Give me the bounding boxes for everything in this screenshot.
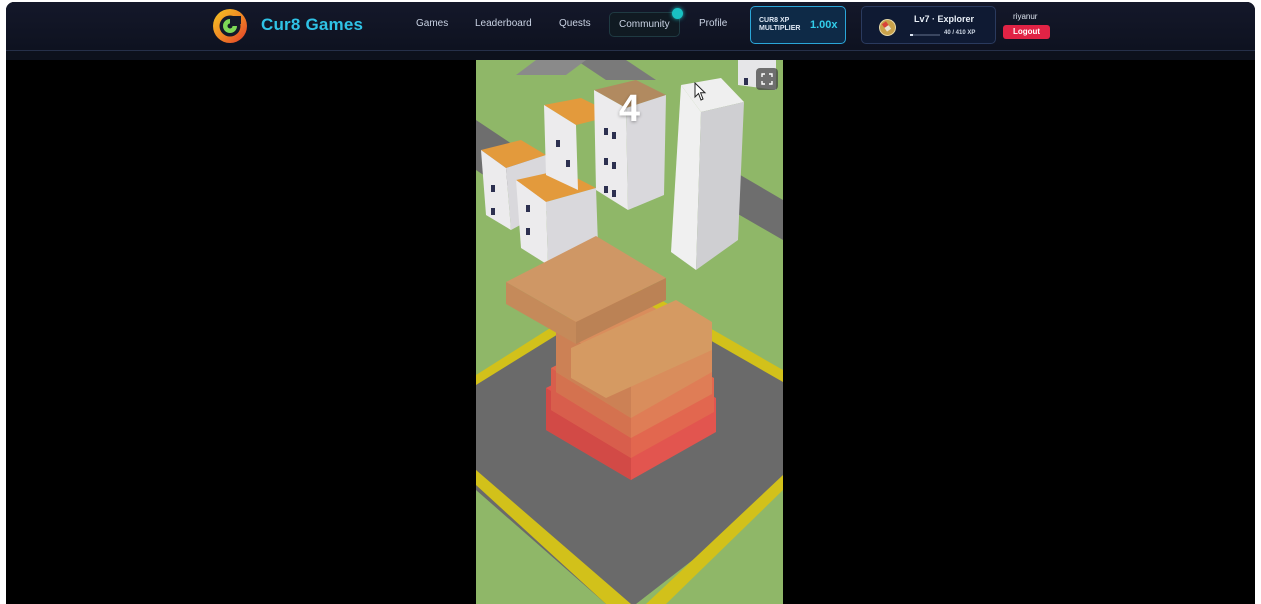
nav-community[interactable]: Community [609, 12, 680, 37]
tower-stack-scene [476, 60, 783, 604]
xp-multiplier-label: CUR8 XP MULTIPLIER [759, 17, 800, 33]
community-notification-dot [672, 8, 683, 19]
navbar-shadow [6, 51, 1255, 60]
xp-multiplier-label-line2: MULTIPLIER [759, 25, 801, 32]
nav-games[interactable]: Games [416, 18, 448, 29]
xp-multiplier-value: 1.00x [810, 19, 838, 31]
nav-leaderboard[interactable]: Leaderboard [475, 18, 532, 29]
browser-viewport: Cur8 Games Games Leaderboard Quests Comm… [6, 2, 1255, 604]
top-navbar: Cur8 Games Games Leaderboard Quests Comm… [6, 2, 1255, 51]
nav-quests[interactable]: Quests [559, 18, 591, 29]
mouse-cursor-icon [694, 82, 707, 101]
xp-multiplier-badge: CUR8 XP MULTIPLIER 1.00x [750, 6, 846, 44]
nav-profile[interactable]: Profile [699, 18, 727, 29]
xp-multiplier-label-line1: CUR8 XP [759, 17, 790, 24]
compass-icon [879, 19, 896, 36]
username: riyanur [1013, 12, 1038, 21]
game-canvas[interactable]: 4 [476, 60, 783, 604]
score-counter: 4 [618, 88, 641, 130]
cur8-logo-icon[interactable] [212, 8, 248, 44]
level-panel[interactable]: Lv7 · Explorer 40 / 410 XP [861, 6, 996, 44]
level-label: Lv7 · Explorer [914, 14, 975, 24]
xp-count: 40 / 410 XP [944, 30, 976, 36]
brand-name[interactable]: Cur8 Games [261, 15, 363, 35]
xp-progress-bar [910, 34, 940, 36]
logout-button[interactable]: Logout [1003, 25, 1050, 39]
fullscreen-icon[interactable] [756, 68, 778, 90]
